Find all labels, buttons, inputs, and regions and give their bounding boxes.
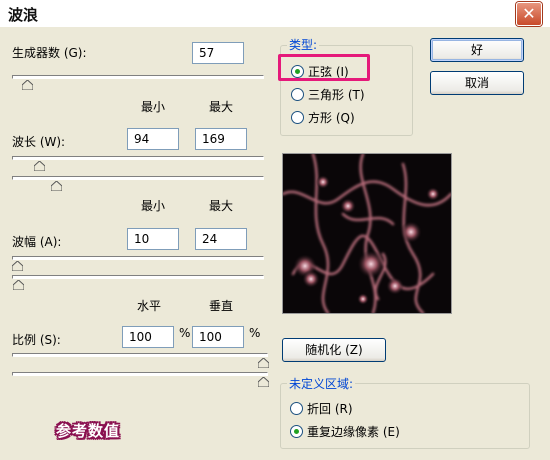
wavelength-label: 波长 (W): (12, 135, 66, 149)
radio-button-icon (290, 425, 303, 438)
radio-wrap-around-label: 折回 (R) (307, 402, 353, 416)
wavelength-min-input[interactable] (127, 128, 179, 150)
preview-image (281, 152, 453, 315)
amplitude-min-input[interactable] (127, 228, 179, 250)
amplitude-min-slider-track[interactable] (12, 256, 264, 260)
radio-button-icon (291, 111, 304, 124)
close-button[interactable]: ✕ (516, 2, 542, 26)
radio-repeat-edge-pixels-label: 重复边缘像素 (E) (307, 425, 400, 439)
radio-repeat-edge-pixels[interactable]: 重复边缘像素 (E) (290, 423, 400, 440)
close-icon: ✕ (522, 4, 536, 23)
type-group-title: 类型: (287, 36, 320, 53)
radio-square[interactable]: 方形 (Q) (291, 109, 355, 126)
scale-horizontal-header: 水平 (136, 299, 161, 313)
wavelength-max-input[interactable] (195, 128, 247, 150)
cancel-button[interactable]: 取消 (430, 71, 524, 95)
wavelength-min-header: 最小 (140, 100, 165, 114)
title-bar: 波浪 ✕ (0, 0, 550, 27)
reference-values-annotation: 参考数值 (56, 422, 121, 440)
generators-input[interactable] (192, 42, 244, 64)
scale-vertical-unit: % (249, 326, 261, 340)
radio-triangle[interactable]: 三角形 (T) (291, 86, 365, 103)
wavelength-min-slider-track[interactable] (12, 156, 264, 160)
radio-button-icon (291, 88, 304, 101)
amplitude-min-slider-thumb[interactable] (12, 261, 23, 271)
scale-label: 比例 (S): (12, 333, 61, 347)
undefined-area-title: 未定义区域: (287, 375, 356, 392)
preview-pattern (281, 152, 453, 315)
radio-wrap-around[interactable]: 折回 (R) (290, 400, 353, 417)
amplitude-max-header: 最大 (208, 199, 233, 213)
amplitude-label: 波幅 (A): (12, 235, 62, 249)
generators-slider-track[interactable] (12, 75, 264, 79)
sine-highlight-box (278, 54, 370, 81)
wavelength-max-slider-thumb[interactable] (51, 181, 62, 191)
wavelength-max-header: 最大 (208, 100, 233, 114)
ok-button[interactable]: 好 (430, 38, 524, 62)
scale-horizontal-slider-track[interactable] (12, 353, 268, 357)
randomize-button[interactable]: 随机化 (Z) (282, 338, 386, 362)
dialog-title: 波浪 (8, 6, 39, 24)
scale-vertical-slider-thumb[interactable] (258, 377, 269, 387)
wavelength-min-slider-thumb[interactable] (34, 161, 45, 171)
radio-button-icon (290, 402, 303, 415)
scale-horizontal-slider-thumb[interactable] (258, 358, 269, 368)
scale-vertical-header: 垂直 (208, 299, 233, 313)
wavelength-max-slider-track[interactable] (12, 176, 264, 180)
radio-square-label: 方形 (Q) (308, 111, 355, 125)
radio-triangle-label: 三角形 (T) (308, 88, 365, 102)
amplitude-max-input[interactable] (195, 228, 247, 250)
scale-vertical-input[interactable] (192, 326, 244, 348)
wave-filter-dialog: 波浪 ✕ 生成器数 (G): 最小 最大 波长 (W): 最小 最大 波幅 (A… (0, 0, 550, 460)
amplitude-max-slider-thumb[interactable] (13, 280, 24, 290)
scale-horizontal-input[interactable] (122, 326, 174, 348)
generators-label: 生成器数 (G): (12, 46, 87, 60)
scale-horizontal-unit: % (179, 326, 191, 340)
amplitude-max-slider-track[interactable] (12, 275, 264, 279)
amplitude-min-header: 最小 (140, 199, 165, 213)
generators-slider-thumb[interactable] (22, 80, 33, 90)
scale-vertical-slider-track[interactable] (12, 372, 268, 376)
